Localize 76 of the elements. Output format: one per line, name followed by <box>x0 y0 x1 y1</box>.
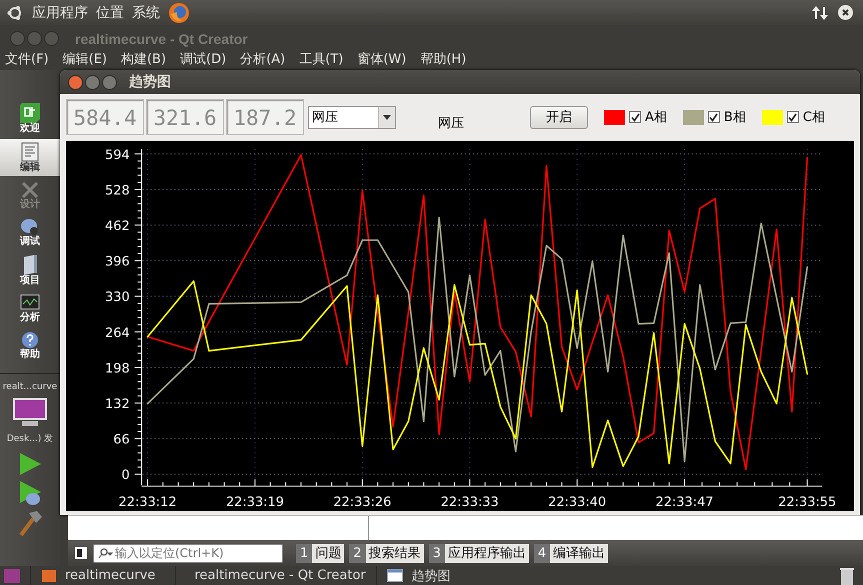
menu-item[interactable]: 编辑(E) <box>62 52 107 68</box>
sidebar-toggle-icon[interactable] <box>74 546 88 560</box>
browser-icon[interactable] <box>168 2 190 24</box>
close-button[interactable] <box>68 74 83 90</box>
legend-label: B相 <box>724 109 746 126</box>
y-tick-label: 0 <box>121 468 130 484</box>
caret-icon <box>383 114 391 120</box>
x-tick-label: 22:33:47 <box>656 495 714 510</box>
x-tick-label: 22:33:19 <box>226 495 284 510</box>
menu-item[interactable]: 构建(B) <box>120 52 166 68</box>
y-tick-label: 198 <box>105 361 130 376</box>
menu-item[interactable]: 窗体(W) <box>357 52 406 68</box>
project-label: realt...curve <box>2 382 58 392</box>
x-tick-label: 22:33:26 <box>333 495 392 510</box>
y-tick-label: 396 <box>105 254 130 270</box>
menu-item[interactable]: 分析(A) <box>240 52 286 68</box>
taskbar-item[interactable]: 趋势图 <box>376 566 460 585</box>
checkbox[interactable] <box>786 111 799 123</box>
mode-button[interactable]: 欢迎 <box>0 100 60 137</box>
menu-item[interactable]: 帮助(H) <box>420 52 466 68</box>
legend-label: C相 <box>802 109 825 126</box>
y-tick-label: 528 <box>105 183 130 198</box>
lcd-readout: 187.2 <box>226 99 304 135</box>
y-tick-label: 132 <box>105 397 130 412</box>
target-label: Desk...) 发 <box>6 432 54 445</box>
monitor-icon <box>20 294 40 312</box>
x-tick-label: 22:33:33 <box>440 495 499 510</box>
maximize-button[interactable] <box>102 74 117 90</box>
y-tick-label: 330 <box>105 290 130 306</box>
taskbar-item[interactable]: realtimecurve <box>30 566 166 585</box>
x-tick-label: 22:33:12 <box>118 495 177 510</box>
mode-button[interactable]: 项目 <box>0 252 60 289</box>
x-tick-label: 22:33:40 <box>548 495 606 510</box>
y-tick-label: 594 <box>105 148 130 163</box>
folder-icon <box>41 568 57 582</box>
hammer-icon[interactable] <box>17 509 43 537</box>
x-tick-label: 22:33:55 <box>778 495 836 510</box>
mode-button[interactable]: 帮助 <box>0 328 60 363</box>
legend-label: A相 <box>645 109 667 126</box>
mode-button[interactable]: 编辑 <box>0 139 60 176</box>
close-icon[interactable] <box>837 4 855 22</box>
folder-icon <box>22 255 38 275</box>
panel-menu[interactable]: 系统 <box>132 4 160 22</box>
lcd-readout: 584.4 <box>66 99 144 135</box>
logo-icon[interactable] <box>6 4 24 22</box>
menu-item[interactable]: 调试(D) <box>180 52 226 68</box>
dropdown[interactable]: 网压 <box>308 106 396 128</box>
search-field[interactable]: 输入以定位(Ctrl+K) <box>93 544 283 562</box>
debug-run-icon[interactable] <box>17 479 43 507</box>
desktop-computer-icon[interactable] <box>12 397 48 427</box>
menu-item[interactable]: 文件(F) <box>5 52 49 68</box>
checkbox[interactable] <box>708 111 720 123</box>
help-icon <box>21 331 39 349</box>
window-icon <box>387 569 404 582</box>
y-tick-label: 66 <box>113 432 130 448</box>
panel-menu[interactable]: 位置 <box>96 4 124 22</box>
label: 网压 <box>438 115 465 132</box>
taskbar-item[interactable]: realtimecurve - Qt Creator <box>175 566 366 585</box>
y-tick-label: 264 <box>105 326 130 341</box>
mode-button[interactable]: 调试 <box>0 215 60 250</box>
run-icon[interactable] <box>17 451 43 477</box>
trash-icon[interactable] <box>839 566 855 584</box>
y-tick-label: 462 <box>105 219 130 234</box>
window-title: realtimecurve - Qt Creator <box>75 30 248 46</box>
search-icon <box>97 548 113 558</box>
start-button[interactable]: 开启 <box>530 106 588 128</box>
panel-menu[interactable]: 应用程序 <box>32 4 88 22</box>
network-icon[interactable] <box>811 4 829 22</box>
minimize-button[interactable] <box>85 74 100 90</box>
mode-button[interactable]: 分析 <box>0 291 60 326</box>
dialog-title: 趋势图 <box>129 73 171 91</box>
bug-icon <box>20 218 40 236</box>
lcd-readout: 321.6 <box>146 99 224 135</box>
menu-item[interactable]: 工具(T) <box>299 52 344 68</box>
checkbox[interactable] <box>629 111 641 123</box>
document-icon <box>21 142 39 162</box>
